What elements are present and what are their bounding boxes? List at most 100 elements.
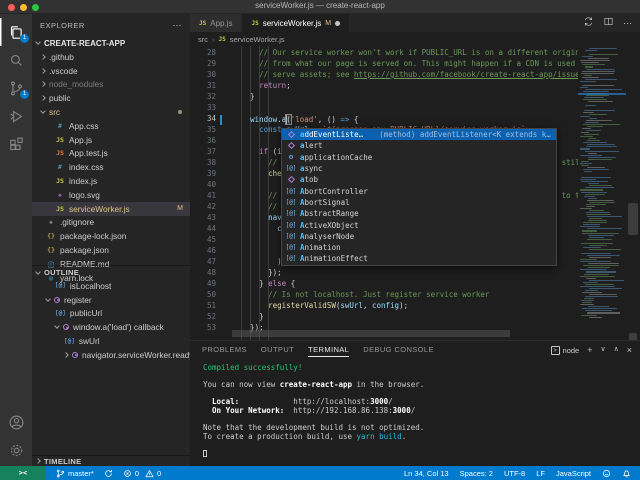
tree-item[interactable]: {} package.json	[32, 243, 190, 257]
run-debug-icon[interactable]	[0, 102, 32, 130]
line-number[interactable]: 37	[190, 147, 232, 158]
line-number[interactable]: 36	[190, 136, 232, 147]
explorer-icon[interactable]: 1	[0, 18, 32, 46]
suggest-item[interactable]: [@] AbortController	[282, 185, 556, 196]
tree-item[interactable]: node_modules	[32, 78, 190, 92]
tree-root-folder[interactable]: CREATE-REACT-APP	[32, 36, 190, 50]
suggest-item[interactable]: atob	[282, 174, 556, 185]
outline-item[interactable]: register	[32, 293, 190, 307]
suggest-item[interactable]: [@] async	[282, 163, 556, 174]
line-number[interactable]: 47	[190, 257, 232, 268]
line-number[interactable]: 45	[190, 235, 232, 246]
line-number[interactable]: 33	[190, 103, 232, 114]
tree-item[interactable]: {} package-lock.json	[32, 229, 190, 243]
timeline-header[interactable]: TIMELINE	[32, 455, 190, 466]
line-number[interactable]: 51	[190, 301, 232, 312]
eol-setting[interactable]: LF	[536, 469, 545, 478]
suggest-item[interactable]: alert	[282, 140, 556, 151]
panel-tab-problems[interactable]: PROBLEMS	[202, 341, 247, 359]
notifications-bell-icon[interactable]	[622, 469, 631, 478]
maximize-panel-icon[interactable]: ∧	[614, 341, 619, 359]
code-line[interactable]: // Is not localhost. Just register servi…	[232, 290, 578, 301]
minimap[interactable]	[578, 46, 626, 340]
tree-item[interactable]: ◈ .gitignore	[32, 216, 190, 230]
line-number[interactable]: 53	[190, 323, 232, 334]
problems-status[interactable]: 0 0	[123, 469, 161, 478]
suggest-item[interactable]: [@] Animation	[282, 242, 556, 253]
horizontal-scrollbar[interactable]	[232, 330, 510, 337]
settings-gear-icon[interactable]	[0, 436, 32, 464]
open-changes-icon[interactable]	[583, 14, 594, 32]
line-number[interactable]: 43	[190, 213, 232, 224]
editor-gutter[interactable]: 28 29 30 31 32 33 34 35 36 37 38 39 40 41 42 43 44 45 46 47…	[190, 46, 232, 340]
tab-serviceworker-js[interactable]: JS serviceWorker.js M	[242, 14, 351, 32]
suggest-item[interactable]: [@] AbstractRange	[282, 208, 556, 219]
tree-item[interactable]: src	[32, 105, 190, 119]
line-number[interactable]: 44	[190, 224, 232, 235]
suggest-item[interactable]: addEventListe… (method) addEventListener<…	[282, 129, 556, 141]
line-number[interactable]: 39	[190, 169, 232, 180]
terminal-dropdown-icon[interactable]: ∨	[600, 341, 605, 359]
line-number[interactable]: 41	[190, 191, 232, 202]
line-number[interactable]: 52	[190, 312, 232, 323]
suggest-item[interactable]: [@] AnimationEffect	[282, 253, 556, 264]
line-number[interactable]: 30	[190, 70, 232, 81]
tree-item[interactable]: JS serviceWorker.js M	[32, 201, 190, 216]
line-number[interactable]: 49	[190, 279, 232, 290]
code-line[interactable]: }	[232, 92, 578, 103]
code-line[interactable]: window.a('load', () => {	[232, 114, 578, 125]
extensions-icon[interactable]	[0, 130, 32, 158]
tree-item[interactable]: JS App.js	[32, 133, 190, 147]
suggest-item[interactable]: ⚙ applicationCache	[282, 152, 556, 163]
line-number[interactable]: 48	[190, 268, 232, 279]
code-line[interactable]: } else {	[232, 279, 578, 290]
panel-tab-terminal[interactable]: TERMINAL	[308, 341, 350, 359]
tree-item[interactable]: ❖ logo.svg	[32, 188, 190, 202]
line-number[interactable]: 46	[190, 246, 232, 257]
terminal-output[interactable]: Compiled successfully! You can now view c…	[190, 359, 640, 458]
code-line[interactable]: // from what our page is served on. This…	[232, 59, 578, 70]
breadcrumb-folder[interactable]: src	[198, 35, 208, 44]
scrollbar-slider[interactable]	[628, 203, 638, 235]
panel-tab-output[interactable]: OUTPUT	[261, 341, 294, 359]
outline-item[interactable]: [@] isLocalhost	[32, 279, 190, 293]
tree-item[interactable]: JS App.test.js	[32, 147, 190, 161]
sync-status[interactable]	[104, 469, 113, 478]
new-terminal-icon[interactable]: +	[587, 341, 592, 359]
split-editor-icon[interactable]	[603, 14, 614, 32]
panel-tab-debug-console[interactable]: DEBUG CONSOLE	[363, 341, 434, 359]
code-editor[interactable]: 28 29 30 31 32 33 34 35 36 37 38 39 40 41 42 43 44 45 46 47…	[190, 46, 640, 340]
feedback-icon[interactable]	[602, 469, 611, 478]
line-number[interactable]: 29	[190, 59, 232, 70]
accounts-icon[interactable]	[0, 408, 32, 436]
tree-item[interactable]: .github	[32, 50, 190, 64]
git-branch-status[interactable]: master*	[56, 469, 94, 478]
line-number[interactable]: 50	[190, 290, 232, 301]
line-number[interactable]: 42	[190, 202, 232, 213]
outline-item[interactable]: navigator.serviceWorker.ready…	[32, 348, 190, 360]
outline-header[interactable]: OUTLINE	[32, 265, 190, 279]
source-control-icon[interactable]: 1	[0, 74, 32, 102]
explorer-actions-icon[interactable]: ⋯	[173, 20, 183, 31]
cursor-position[interactable]: Ln 34, Col 13	[404, 469, 449, 478]
more-actions-icon[interactable]: ⋯	[623, 18, 632, 29]
line-number[interactable]: 40	[190, 180, 232, 191]
tree-item[interactable]: # index.css	[32, 160, 190, 174]
suggest-item[interactable]: [@] AnalyserNode	[282, 231, 556, 242]
line-number[interactable]: 28	[190, 48, 232, 59]
remote-indicator[interactable]: ><	[0, 466, 46, 480]
tree-item[interactable]: # App.css	[32, 119, 190, 133]
line-number[interactable]: 35	[190, 125, 232, 136]
search-icon[interactable]	[0, 46, 32, 74]
line-number[interactable]: 34	[190, 114, 232, 125]
tree-item[interactable]: JS index.js	[32, 174, 190, 188]
suggest-item[interactable]: [@] ActiveXObject	[282, 219, 556, 230]
code-line[interactable]	[232, 103, 578, 114]
indentation-setting[interactable]: Spaces: 2	[460, 469, 493, 478]
code-line[interactable]: // serve assets; see https://github.com/…	[232, 70, 578, 81]
close-panel-icon[interactable]: ×	[627, 341, 632, 359]
code-line[interactable]: registerValidSW(swUrl, config);	[232, 301, 578, 312]
terminal-shell-selector[interactable]: > node	[550, 345, 579, 355]
breadcrumb-file[interactable]: serviceWorker.js	[230, 35, 285, 44]
tab-app-js[interactable]: JS App.js	[190, 14, 243, 32]
